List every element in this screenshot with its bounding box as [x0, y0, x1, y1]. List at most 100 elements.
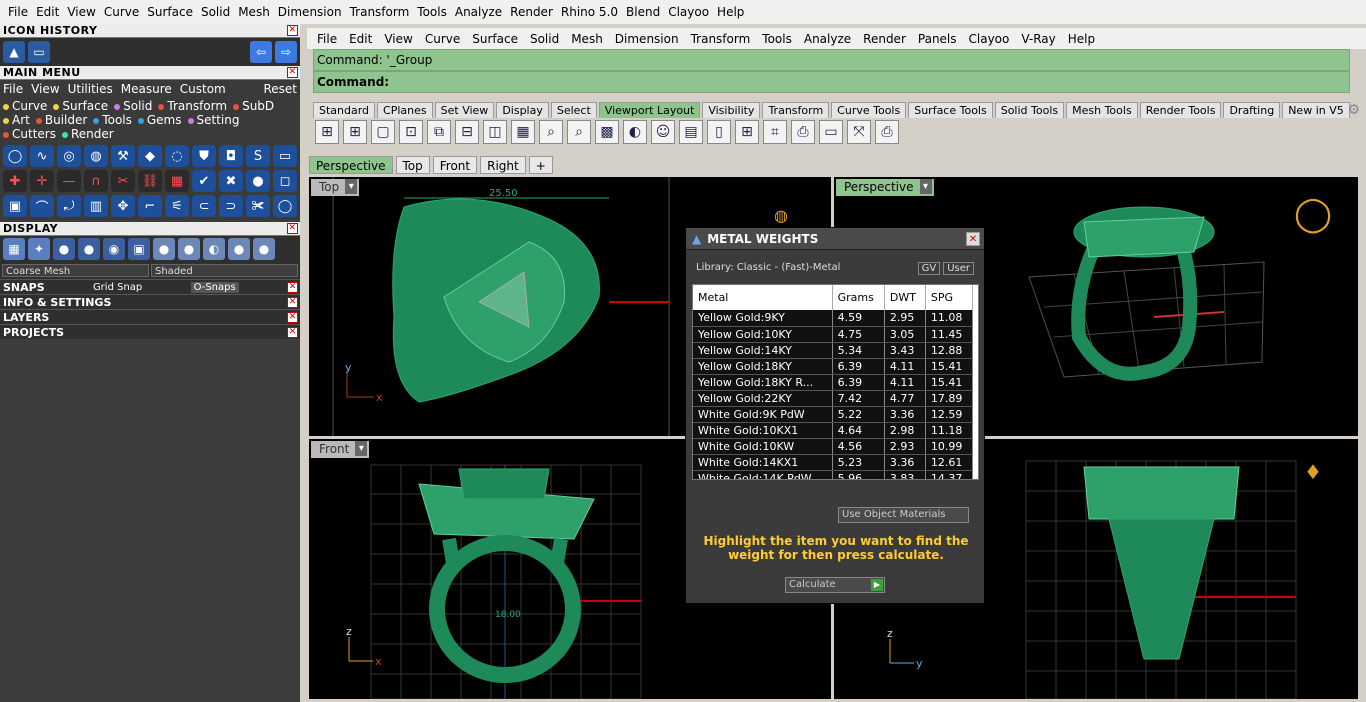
snaps-header[interactable]: SNAPS Grid Snap O-Snaps ✕ [0, 279, 300, 294]
menu-item-surface[interactable]: Surface [143, 5, 197, 19]
gem-tool-icon[interactable]: ◆ [138, 145, 162, 167]
gem-thumbnail-icon[interactable]: ♦ [1304, 460, 1322, 484]
bars-tool-icon[interactable]: ▥ [84, 195, 108, 217]
menu-item-render[interactable]: Render [506, 5, 557, 19]
projects-header[interactable]: PROJECTS ✕ [0, 324, 300, 339]
rhino-menu-solid[interactable]: Solid [524, 32, 565, 46]
perspective-viewport-label[interactable]: Perspective [836, 179, 934, 196]
command-prompt[interactable]: Command: [313, 71, 1350, 93]
viewport-tab-right[interactable]: Right [480, 156, 526, 174]
use-object-materials-toggle[interactable]: Use Object Materials [838, 507, 969, 523]
rhino-menu-dimension[interactable]: Dimension [609, 32, 685, 46]
lens-icon[interactable]: ◐ [623, 120, 647, 144]
cubes-tool-icon[interactable]: ▣ [3, 195, 27, 217]
shade-mode-select[interactable]: Shaded [151, 264, 298, 277]
user-toggle[interactable]: User [943, 262, 974, 275]
close-icon[interactable]: ✕ [287, 281, 298, 293]
menu-item-analyze[interactable]: Analyze [451, 5, 506, 19]
menu-item-view[interactable]: View [63, 5, 99, 19]
category-subd[interactable]: SubD [233, 99, 274, 113]
close-icon[interactable]: ✕ [287, 296, 298, 308]
new-viewport-icon[interactable]: ⊡ [399, 120, 423, 144]
toolbar-tab-drafting[interactable]: Drafting [1223, 102, 1281, 118]
table-row[interactable]: White Gold:14KX1 5.23 3.36 12.61 [693, 454, 974, 471]
rhino-menu-clayoo[interactable]: Clayoo [963, 32, 1016, 46]
main-menu-item-view[interactable]: View [31, 82, 59, 96]
close-icon[interactable]: ✕ [287, 223, 298, 234]
toolbar-tab-render-tools[interactable]: Render Tools [1139, 102, 1222, 118]
gold-sphere-icon[interactable]: ● [178, 238, 200, 260]
line-tool-icon[interactable]: — [57, 170, 81, 192]
toolbar-tab-solid-tools[interactable]: Solid Tools [994, 102, 1065, 118]
toolbar-tab-visibility[interactable]: Visibility [702, 102, 761, 118]
toolbar-tab-display[interactable]: Display [496, 102, 549, 118]
column-header-dwt[interactable]: DWT [884, 285, 926, 310]
circle-tool-icon[interactable]: ◯ [3, 145, 27, 167]
square-tool-icon[interactable]: ◻ [273, 170, 297, 192]
menu-item-blend[interactable]: Blend [622, 5, 664, 19]
table-row[interactable]: Yellow Gold:18KY R... 6.39 4.11 15.41 [693, 374, 974, 391]
menu-item-file[interactable]: File [4, 5, 32, 19]
menu-item-transform[interactable]: Transform [346, 5, 414, 19]
blue-sphere-icon[interactable]: ● [153, 238, 175, 260]
layers-header[interactable]: LAYERS ✕ [0, 309, 300, 324]
plus-alt-tool-icon[interactable]: ✛ [30, 170, 54, 192]
close-icon[interactable]: ✕ [287, 67, 298, 78]
menu-item-solid[interactable]: Solid [197, 5, 234, 19]
table-row[interactable]: White Gold:14K PdW 5.96 3.83 14.37 [693, 470, 974, 479]
rhino-menu-edit[interactable]: Edit [343, 32, 378, 46]
table-row[interactable]: White Gold:10KW 4.56 2.93 10.99 [693, 438, 974, 455]
category-curve[interactable]: Curve [3, 99, 47, 113]
rhino-menu-help[interactable]: Help [1062, 32, 1101, 46]
gold-ring-icon[interactable]: ◯ [1294, 194, 1332, 234]
rhino-menu-surface[interactable]: Surface [466, 32, 524, 46]
rhino-menu-mesh[interactable]: Mesh [565, 32, 609, 46]
shield-tool-icon[interactable]: ⛊ [192, 145, 216, 167]
grid-icon[interactable]: ▣ [128, 238, 150, 260]
rhino-icon[interactable]: ▲ [3, 41, 25, 63]
table-row[interactable]: Yellow Gold:9KY 4.59 2.95 11.08 [693, 310, 974, 327]
page-grid-icon[interactable]: ⊞ [735, 120, 759, 144]
show-grid-icon[interactable]: ▩ [595, 120, 619, 144]
table-row[interactable]: Yellow Gold:14KY 5.34 3.43 12.88 [693, 342, 974, 359]
table-row[interactable]: White Gold:9K PdW 5.22 3.36 12.59 [693, 406, 974, 423]
toolbar-tab-standard[interactable]: Standard [313, 102, 376, 118]
page-icon[interactable]: ▯ [707, 120, 731, 144]
toolbar-tab-mesh-tools[interactable]: Mesh Tools [1066, 102, 1138, 118]
mirror-tool-icon[interactable]: ⊃ [219, 195, 243, 217]
calculate-button[interactable]: Calculate [785, 577, 885, 593]
dialog-title-bar[interactable]: ▲ METAL WEIGHTS ✕ [686, 228, 984, 250]
back-arrow-icon[interactable]: ⇦ [250, 41, 272, 63]
close-icon[interactable]: ✕ [287, 311, 298, 323]
s-tool-icon[interactable]: S [246, 145, 270, 167]
zoom-selected-icon[interactable]: ⤧ [847, 120, 871, 144]
detail-icon[interactable]: ⌗ [763, 120, 787, 144]
print-layout-icon[interactable]: ⎙ [791, 120, 815, 144]
menu-item-help[interactable]: Help [713, 5, 748, 19]
main-menu-item-utilities[interactable]: Utilities [68, 82, 113, 96]
arc-curve-tool-icon[interactable]: ⌒ [30, 195, 54, 217]
layout-single-icon[interactable]: ▢ [371, 120, 395, 144]
zoom-icon[interactable]: ⌕ [539, 120, 563, 144]
main-menu-header[interactable]: MAIN MENU ✕ [0, 66, 300, 80]
link-tool-icon[interactable]: ⊂ [192, 195, 216, 217]
close-icon[interactable]: ✕ [287, 25, 298, 36]
forward-arrow-icon[interactable]: ⇨ [275, 41, 297, 63]
sphere-tool-icon[interactable]: ● [246, 170, 270, 192]
category-builder[interactable]: Builder [36, 113, 87, 127]
pattern-tool-icon[interactable]: ▦ [165, 170, 189, 192]
rail-tool-icon[interactable]: ◌ [165, 145, 189, 167]
table-row[interactable]: Yellow Gold:18KY 6.39 4.11 15.41 [693, 358, 974, 375]
category-gems[interactable]: Gems [138, 113, 182, 127]
silver-sphere-icon[interactable]: ● [228, 238, 250, 260]
rhino-menu-tools[interactable]: Tools [756, 32, 798, 46]
toolbar-tab-select[interactable]: Select [550, 102, 597, 118]
column-header-grams[interactable]: Grams [832, 285, 885, 310]
reset-button[interactable]: Reset [263, 82, 297, 96]
render-sphere-icon[interactable]: ● [78, 238, 100, 260]
front-viewport-label[interactable]: Front [311, 441, 370, 458]
viewport-tab-top[interactable]: Top [395, 156, 430, 174]
loop-tool-icon[interactable]: ◯ [273, 195, 297, 217]
menu-item-curve[interactable]: Curve [100, 5, 143, 19]
table-row[interactable]: Yellow Gold:22KY 7.42 4.77 17.89 [693, 390, 974, 407]
